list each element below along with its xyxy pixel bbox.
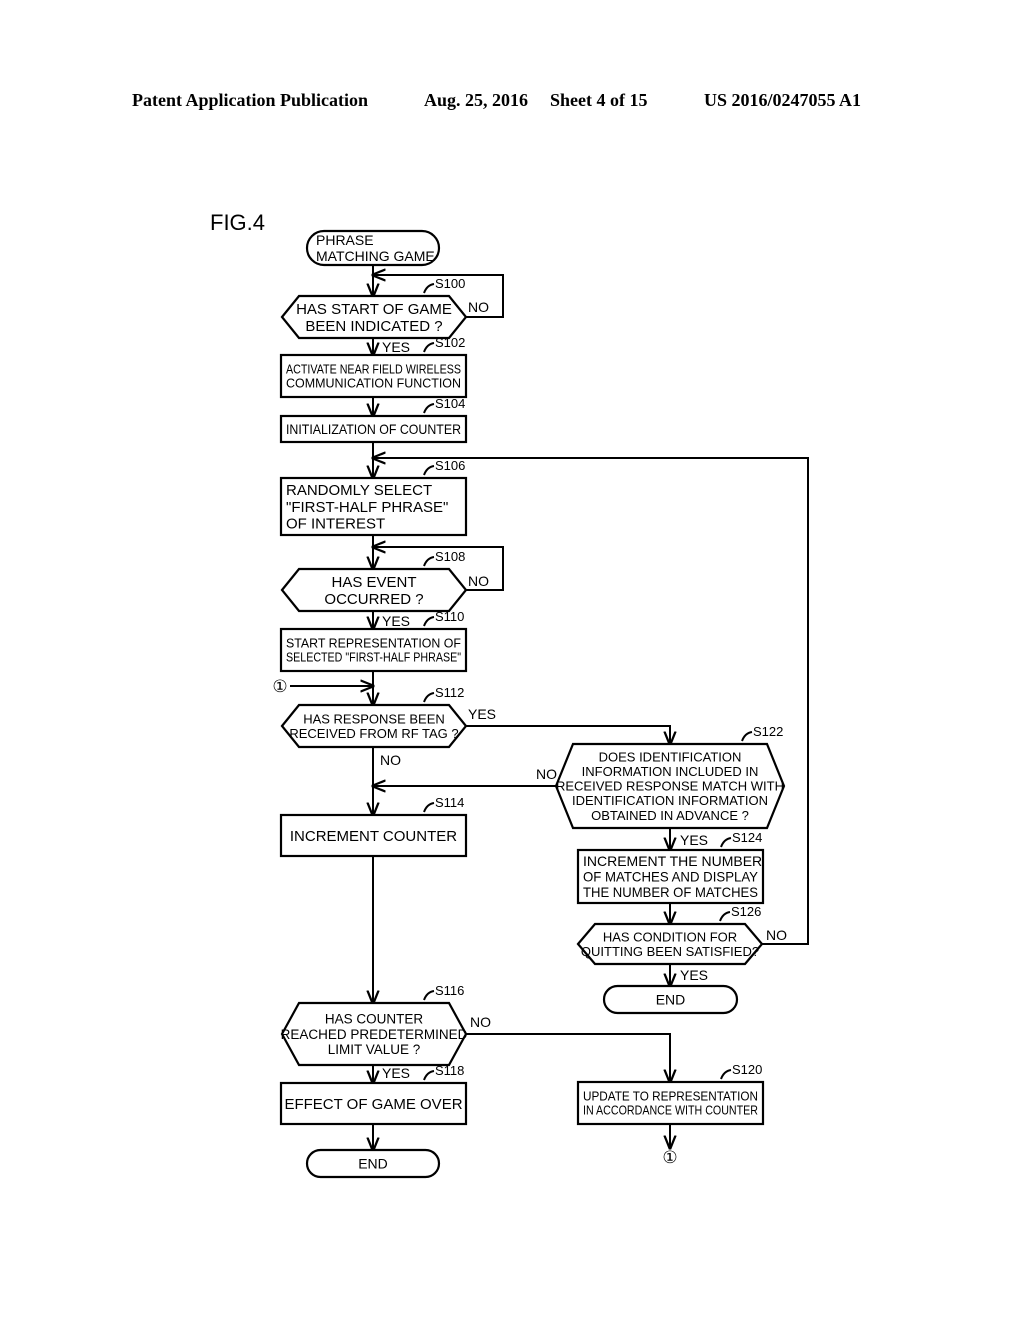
- node-text: SELECTED "FIRST-HALF PHRASE": [286, 651, 461, 665]
- step-leader: [719, 911, 731, 922]
- edge-label-yes: YES: [680, 832, 708, 848]
- edge-label-yes: YES: [382, 339, 410, 355]
- node-text: INCREMENT COUNTER: [290, 828, 457, 845]
- step-label: S102: [435, 335, 465, 350]
- node-text: COMMUNICATION FUNCTION: [286, 377, 461, 391]
- step-leader: [423, 1070, 435, 1081]
- node-text: OF INTEREST: [286, 516, 385, 533]
- edge-label-no: NO: [536, 766, 557, 782]
- node-text: INITIALIZATION OF COUNTER: [286, 421, 461, 437]
- node-start: PHRASEMATCHING GAME: [305, 229, 441, 267]
- node-text: THE NUMBER OF MATCHES: [583, 884, 758, 900]
- step-leader: [720, 1069, 732, 1080]
- edge-label-no: NO: [380, 752, 401, 768]
- node-text: OBTAINED IN ADVANCE ?: [591, 808, 749, 823]
- edge-label-no: NO: [468, 573, 489, 589]
- node-text: QUITTING BEEN SATISFIED?: [581, 944, 759, 959]
- node-text: RANDOMLY SELECT: [286, 482, 432, 499]
- edge-label-no: NO: [468, 299, 489, 315]
- step-leader: [423, 616, 435, 627]
- step-leader: [423, 692, 435, 703]
- node-text: "FIRST-HALF PHRASE": [286, 499, 448, 516]
- step-label: S116: [435, 983, 464, 998]
- step-label: S108: [435, 549, 465, 564]
- step-leader: [720, 837, 732, 848]
- step-leader: [423, 342, 435, 353]
- step-label: S126: [731, 904, 761, 919]
- step-leader: [423, 990, 435, 1001]
- connector-1-symbol: ①: [662, 1148, 677, 1167]
- node-text: OF MATCHES AND DISPLAY: [583, 869, 759, 885]
- step-label: S122: [753, 724, 783, 739]
- node-text: INFORMATION INCLUDED IN: [582, 764, 759, 779]
- step-label: S100: [435, 276, 465, 291]
- edge-label-yes: YES: [680, 967, 708, 983]
- step-leader: [423, 556, 435, 567]
- step-label: S120: [732, 1062, 762, 1077]
- node-end1: END: [305, 1148, 441, 1179]
- node-text: LIMIT VALUE ?: [328, 1042, 421, 1057]
- node-text: RECEIVED RESPONSE MATCH WITH: [556, 779, 784, 794]
- node-text: IDENTIFICATION INFORMATION: [572, 793, 768, 808]
- step-leader: [423, 403, 435, 414]
- step-leader: [741, 731, 753, 742]
- node-text: RECEIVED FROM RF TAG ?: [289, 726, 458, 741]
- step-label: S110: [435, 609, 464, 624]
- node-end2: END: [602, 984, 739, 1015]
- edge-label-yes: YES: [382, 1065, 410, 1081]
- node-text: OCCURRED ?: [324, 591, 423, 608]
- step-leader: [423, 465, 435, 476]
- figure-title: FIG.4: [210, 210, 265, 235]
- step-label: S112: [435, 685, 464, 700]
- connector-1-symbol: ①: [272, 677, 287, 696]
- node-text: IN ACCORDANCE WITH COUNTER: [583, 1104, 758, 1118]
- node-text: END: [358, 1156, 388, 1172]
- step-label: S124: [732, 830, 762, 845]
- node-text: BEEN INDICATED ?: [305, 318, 442, 335]
- edge-s112-to-s122: [466, 725, 670, 744]
- node-text: START REPRESENTATION OF: [286, 637, 461, 651]
- node-text: INCREMENT THE NUMBER: [583, 853, 762, 869]
- node-text: EFFECT OF GAME OVER: [284, 1096, 462, 1113]
- node-text: HAS EVENT: [331, 574, 416, 591]
- node-text: HAS RESPONSE BEEN: [303, 711, 445, 726]
- node-text: REACHED PREDETERMINED: [281, 1027, 468, 1042]
- step-leader: [423, 802, 435, 813]
- flowchart: FIG.4 PHRASEMATCHING GAME HAS START OF GA…: [210, 210, 809, 1179]
- node-text: UPDATE TO REPRESENTATION: [583, 1090, 758, 1104]
- edge-label-yes: YES: [382, 613, 410, 629]
- node-text: HAS CONDITION FOR: [603, 929, 737, 944]
- node-text: PHRASE: [316, 232, 374, 248]
- node-text: HAS COUNTER: [325, 1012, 424, 1027]
- node-text: DOES IDENTIFICATION: [599, 750, 742, 765]
- edge-label-no: NO: [766, 927, 787, 943]
- step-label: S114: [435, 795, 464, 810]
- edge-label-yes: YES: [468, 706, 496, 722]
- edge-s116-to-s120: [466, 1033, 670, 1082]
- node-text: MATCHING GAME: [316, 248, 435, 264]
- node-text: END: [656, 992, 686, 1008]
- step-label: S106: [435, 458, 465, 473]
- node-text: HAS START OF GAME: [296, 301, 452, 318]
- node-text: ACTIVATE NEAR FIELD WIRELESS: [286, 363, 461, 377]
- node-s116: HAS COUNTERREACHED PREDETERMINEDLIMIT VA…: [281, 983, 468, 1067]
- nodes: PHRASEMATCHING GAME HAS START OF GAMEBEEN…: [279, 229, 786, 1179]
- step-label: S104: [435, 396, 465, 411]
- step-leader: [423, 283, 435, 294]
- step-label: S118: [435, 1063, 464, 1078]
- edge-label-no: NO: [470, 1014, 491, 1030]
